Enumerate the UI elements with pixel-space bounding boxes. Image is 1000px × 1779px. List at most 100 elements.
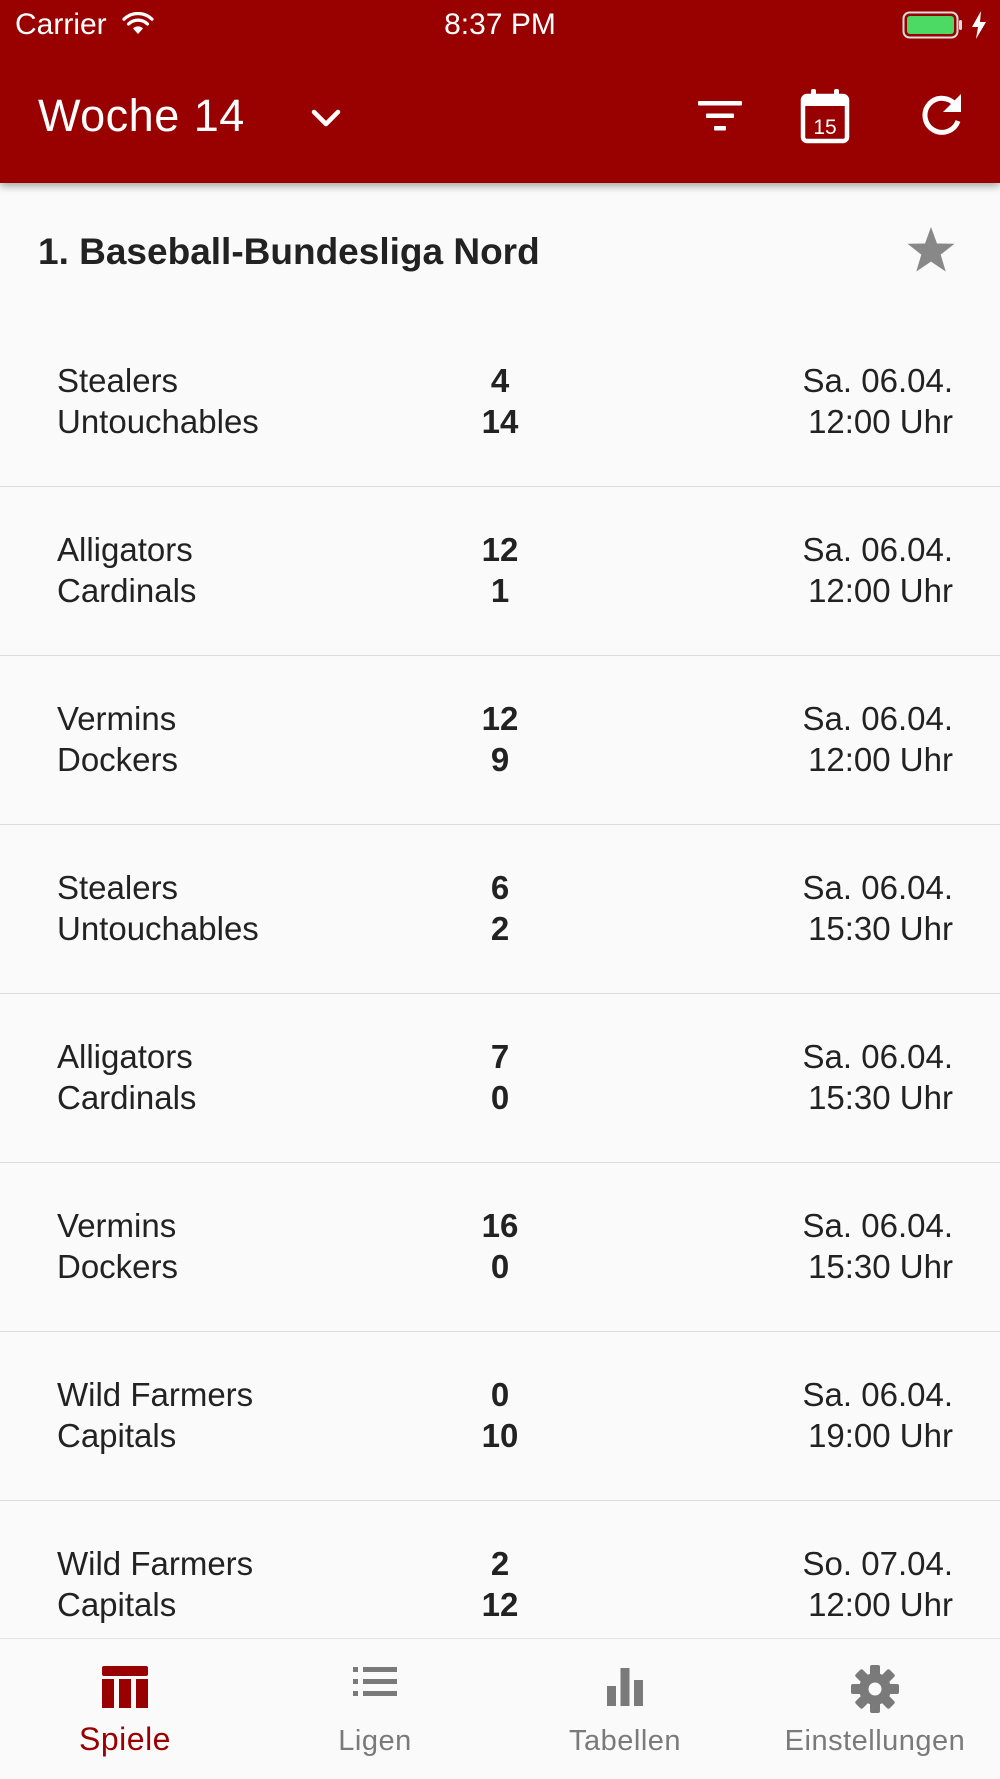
battery-icon: [902, 11, 964, 44]
game-datetime: Sa. 06.04. 19:00 Uhr: [803, 1374, 953, 1456]
favorite-star-icon[interactable]: [905, 225, 957, 280]
app-bar: Woche 14 15: [0, 80, 1000, 180]
league-title: 1. Baseball-Bundesliga Nord: [38, 231, 540, 272]
game-datetime: Sa. 06.04. 12:00 Uhr: [803, 698, 953, 780]
game-scores: 16 0: [440, 1205, 560, 1287]
home-score: 0: [490, 1376, 510, 1413]
away-score: 12: [481, 1586, 519, 1623]
game-time: 12:00 Uhr: [808, 1586, 953, 1623]
away-team: Cardinals: [57, 572, 197, 609]
game-scores: 62: [440, 867, 560, 949]
home-team: Alligators: [57, 531, 193, 568]
gear-icon: [750, 1664, 1000, 1714]
away-team: Capitals: [57, 1417, 177, 1454]
game-datetime: Sa. 06.04. 15:30 Uhr: [803, 1036, 953, 1118]
home-score: 12: [481, 531, 519, 568]
status-bar: Carrier 8:37 PM: [0, 0, 1000, 50]
game-date: Sa. 06.04.: [802, 362, 953, 399]
game-teams: Vermins Dockers: [57, 698, 178, 780]
game-scores: 2 12: [440, 1543, 560, 1625]
nav-item-ligen[interactable]: Ligen: [250, 1639, 500, 1779]
game-time: 19:00 Uhr: [808, 1417, 953, 1454]
home-team: Vermins: [57, 700, 177, 737]
nav-label: Einstellungen: [784, 1725, 966, 1757]
calendar-icon: 15: [800, 88, 850, 149]
game-teams: Stealers Untouchables: [57, 867, 259, 949]
away-team: Dockers: [57, 741, 179, 778]
chevron-down-icon[interactable]: [306, 98, 346, 138]
game-scores: 4 14: [440, 360, 560, 442]
game-row[interactable]: Vermins Dockers 12 9 Sa. 06.04. 12:00 Uhr: [0, 656, 1000, 825]
nav-label: Spiele: [79, 1721, 171, 1757]
week-selector[interactable]: Woche 14: [38, 90, 245, 142]
game-scores: 70: [440, 1036, 560, 1118]
game-row[interactable]: Wild Farmers Capitals 0 10 Sa. 06.04. 19:00 U…: [0, 1332, 1000, 1501]
game-datetime: So. 07.04. 12:00 Uhr: [803, 1543, 953, 1625]
game-row[interactable]: Vermins Dockers 16 0 Sa. 06.04. 15:30 Uhr: [0, 1163, 1000, 1332]
away-score: 1: [490, 572, 510, 609]
away-score: 0: [490, 1248, 510, 1285]
away-team: Capitals: [57, 1586, 177, 1623]
game-row[interactable]: Alligators Cardinals 12 1 Sa. 06.04. 12:00 Uh…: [0, 487, 1000, 656]
away-score: 10: [481, 1417, 519, 1454]
home-score: 7: [490, 1038, 510, 1075]
home-team: Wild Farmers: [57, 1376, 254, 1413]
game-date: Sa. 06.04.: [802, 1038, 953, 1075]
game-scores: 12 9: [440, 698, 560, 780]
game-teams: Wild Farmers Capitals: [57, 1543, 253, 1625]
game-date: Sa. 06.04.: [802, 869, 953, 906]
home-team: Stealers: [57, 362, 179, 399]
bar-chart-icon: [500, 1664, 750, 1714]
home-score: 4: [490, 362, 510, 399]
game-date: Sa. 06.04.: [802, 1207, 953, 1244]
game-datetime: Sa. 06.04. 12:00 Uhr: [803, 529, 953, 611]
game-row[interactable]: Stealers Untouchables 4 14 Sa. 06.04. 12:00 U…: [0, 318, 1000, 487]
refresh-button[interactable]: [912, 88, 972, 148]
home-score: 6: [490, 869, 510, 906]
game-time: 15:30 Uhr: [808, 1248, 953, 1285]
home-score: 16: [481, 1207, 519, 1244]
game-time: 15:30 Uhr: [808, 910, 953, 947]
status-time: 8:37 PM: [444, 8, 556, 41]
charging-icon: [970, 10, 988, 45]
game-time: 12:00 Uhr: [808, 572, 953, 609]
game-time: 15:30 Uhr: [808, 1079, 953, 1116]
calendar-button[interactable]: 15: [795, 88, 855, 148]
nav-item-tabellen[interactable]: Tabellen: [500, 1639, 750, 1779]
filter-button[interactable]: [690, 88, 750, 148]
home-score: 2: [490, 1545, 510, 1582]
bottom-navigation: Spiele Ligen Tabellen Einstellungen: [0, 1638, 1000, 1779]
scoreboard-icon: [0, 1664, 250, 1714]
away-score: 9: [490, 741, 510, 778]
nav-label: Tabellen: [568, 1725, 682, 1757]
nav-item-spiele[interactable]: Spiele: [0, 1639, 250, 1779]
game-time: 12:00 Uhr: [808, 403, 953, 440]
game-scores: 12 1: [440, 529, 560, 611]
filter-icon: [696, 98, 744, 139]
game-row[interactable]: Alligators Cardinals 7 0 Sa. 06.04. 15:30 Uhr: [0, 994, 1000, 1163]
game-datetime: Sa. 06.04. 15:30 Uhr: [803, 867, 953, 949]
week-number: 14: [193, 90, 245, 141]
game-date: So. 07.04.: [802, 1545, 953, 1582]
home-team: Vermins: [57, 1207, 177, 1244]
game-time: 12:00 Uhr: [808, 741, 953, 778]
game-teams: Alligators Cardinals: [57, 1036, 196, 1118]
game-teams: Alligators Cardinals: [57, 529, 196, 611]
game-date: Sa. 06.04.: [802, 700, 953, 737]
week-label: Woche: [38, 90, 180, 141]
nav-item-einstellungen[interactable]: Einstellungen: [750, 1639, 1000, 1779]
game-date: Sa. 06.04.: [802, 531, 953, 568]
away-team: Dockers: [57, 1248, 179, 1285]
away-score: 14: [481, 403, 519, 440]
game-datetime: Sa. 06.04. 12:00 Uhr: [803, 360, 953, 442]
game-row[interactable]: Stealers Untouchables 6 2 Sa. 06.04. 15:30 Uh…: [0, 825, 1000, 994]
game-datetime: Sa. 06.04. 15:30 Uhr: [803, 1205, 953, 1287]
game-date: Sa. 06.04.: [802, 1376, 953, 1413]
away-score: 0: [490, 1079, 510, 1116]
home-team: Alligators: [57, 1038, 193, 1075]
games-list: Stealers Untouchables 4 14 Sa. 06.04. 12:00 U…: [0, 318, 1000, 1670]
away-team: Untouchables: [57, 403, 259, 440]
away-team: Untouchables: [57, 910, 259, 947]
calendar-day: 15: [813, 116, 836, 139]
game-teams: Vermins Dockers: [57, 1205, 178, 1287]
